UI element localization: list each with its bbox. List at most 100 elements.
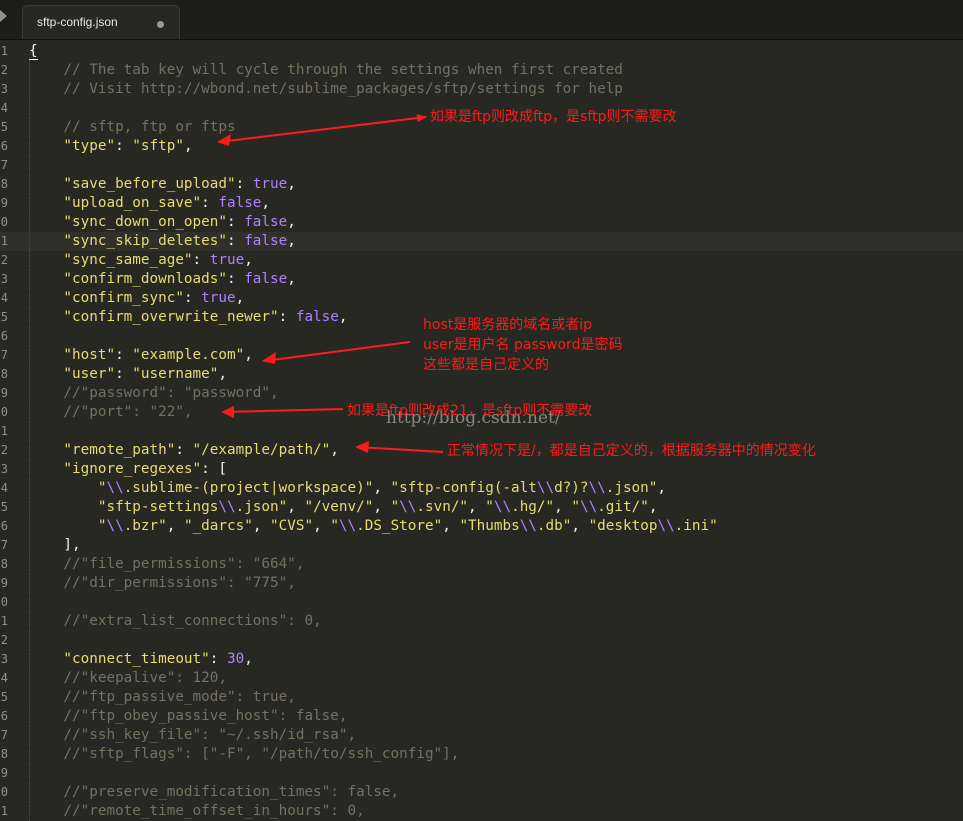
code-token: true (209, 252, 245, 268)
line-number: 0 (0, 215, 8, 229)
code-token: "desktop (588, 518, 658, 534)
caret-right-icon[interactable] (0, 10, 7, 22)
indent-guide (29, 783, 30, 802)
code-line: //"keepalive": 120, (29, 669, 227, 688)
indent-guide (29, 213, 30, 232)
code-token: { (29, 43, 38, 60)
indent-guide (29, 346, 30, 365)
indent-guide (29, 99, 30, 118)
code-token: , (657, 480, 666, 496)
code-token: : (235, 176, 253, 192)
indent-guide (29, 479, 30, 498)
code-token: "user" (29, 366, 116, 382)
line-number: 9 (0, 766, 8, 780)
code-token: //"ftp_obey_passive_host": false, (29, 708, 348, 724)
code-line: "sync_skip_deletes": false, (29, 232, 295, 251)
indent-guide (29, 270, 30, 289)
code-token: " (571, 499, 580, 515)
code-token: "username" (132, 366, 219, 382)
code-token: , (235, 290, 245, 306)
code-token: , (244, 651, 253, 667)
code-token: d?)? (554, 480, 589, 496)
code-line: // sftp, ftp or ftps (29, 118, 235, 137)
line-number: 8 (0, 747, 8, 761)
code-line: ], (29, 536, 81, 555)
code-line: "user": "username", (29, 365, 227, 384)
code-token: .hg/" (511, 499, 555, 515)
indent-guide (29, 517, 30, 536)
code-token: , (468, 499, 486, 515)
code-token: : (278, 309, 296, 325)
code-token: , (287, 176, 296, 192)
code-line: "sync_down_on_open": false, (29, 213, 295, 232)
code-token: false (244, 233, 288, 249)
code-token: \\ (579, 499, 598, 515)
indent-guide (29, 707, 30, 726)
code-token: , (571, 518, 589, 534)
code-token: "Thumbs (459, 518, 520, 534)
line-number: 9 (0, 576, 8, 590)
code-token: "upload_on_save" (29, 195, 202, 211)
code-line: "confirm_overwrite_newer": false, (29, 308, 347, 327)
code-token: .git/" (597, 499, 649, 515)
code-token: : (226, 233, 245, 249)
code-token: \\ (399, 499, 417, 515)
indent-guide (29, 422, 30, 441)
code-token: , (648, 499, 658, 515)
code-token: //"file_permissions": "664", (29, 556, 305, 572)
line-number: 5 (0, 500, 8, 514)
code-token: .DS_Store" (356, 518, 443, 534)
code-token: "sync_skip_deletes" (29, 233, 227, 249)
code-token: 30 (226, 651, 245, 667)
line-number: 7 (0, 348, 8, 362)
code-token: \\ (493, 499, 512, 515)
code-token: \\ (106, 480, 124, 496)
indent-guide (29, 555, 30, 574)
line-number: 5 (0, 310, 8, 324)
line-number: 2 (0, 63, 8, 77)
code-token: "connect_timeout" (29, 651, 210, 667)
line-number: 8 (0, 367, 8, 381)
annotation-host-note-1: host是服务器的域名或者ip (423, 317, 592, 333)
code-token: : (115, 366, 133, 382)
code-line: { (29, 42, 38, 61)
line-number: 2 (0, 633, 8, 647)
line-number: 1 (0, 44, 8, 58)
line-number: 2 (0, 253, 8, 267)
code-token: "remote_path" (29, 442, 176, 458)
code-token: : [ (201, 461, 227, 477)
code-line: //"dir_permissions": "775", (29, 574, 295, 593)
code-token: .svn/" (416, 499, 469, 515)
code-token: ], (29, 537, 81, 553)
code-token: "host" (29, 347, 116, 363)
indent-guide (29, 137, 30, 156)
code-token: "sftp-settings (29, 499, 219, 515)
line-number: 3 (0, 272, 8, 286)
annotation-host-note-2: user是用户名 password是密码 (423, 337, 623, 353)
indent-guide (29, 593, 30, 612)
code-token: .ini" (674, 518, 718, 534)
line-number: 7 (0, 728, 8, 742)
tab-sftp-config[interactable]: sftp-config.json (22, 5, 180, 39)
code-token: "confirm_overwrite_newer" (29, 309, 279, 325)
indent-guide (29, 118, 30, 137)
code-token: , (373, 480, 391, 496)
code-token: //"password": "password", (29, 385, 279, 401)
code-token: //"extra_list_connections": 0, (29, 613, 322, 629)
line-number: 1 (0, 234, 8, 248)
code-editor[interactable]: 1 2 3 4 5 6 7 8 9 0 1 2 3 4 5 6 7 8 9 0 1 2 3 4 5 6 7 8 9 0 1 2 3 4 5 6 7 8 9 0… (0, 39, 963, 821)
code-token: // Visit http://wbond.net/sublime_packag… (29, 81, 623, 97)
code-line: //"ftp_passive_mode": true, (29, 688, 295, 707)
code-line: "sync_same_age": true, (29, 251, 252, 270)
line-number: 8 (0, 177, 8, 191)
indent-guide (29, 175, 30, 194)
code-token: \\ (218, 499, 236, 515)
code-token: , (287, 271, 296, 287)
code-token: , (261, 195, 271, 211)
unsaved-dot-icon[interactable] (157, 21, 164, 28)
code-line: "\\.sublime-(project|workspace)", "sftp-… (29, 479, 666, 498)
code-token: , (166, 518, 184, 534)
code-token: "/example/path/" (192, 442, 331, 458)
indent-guide (29, 669, 30, 688)
indent-guide (29, 441, 30, 460)
